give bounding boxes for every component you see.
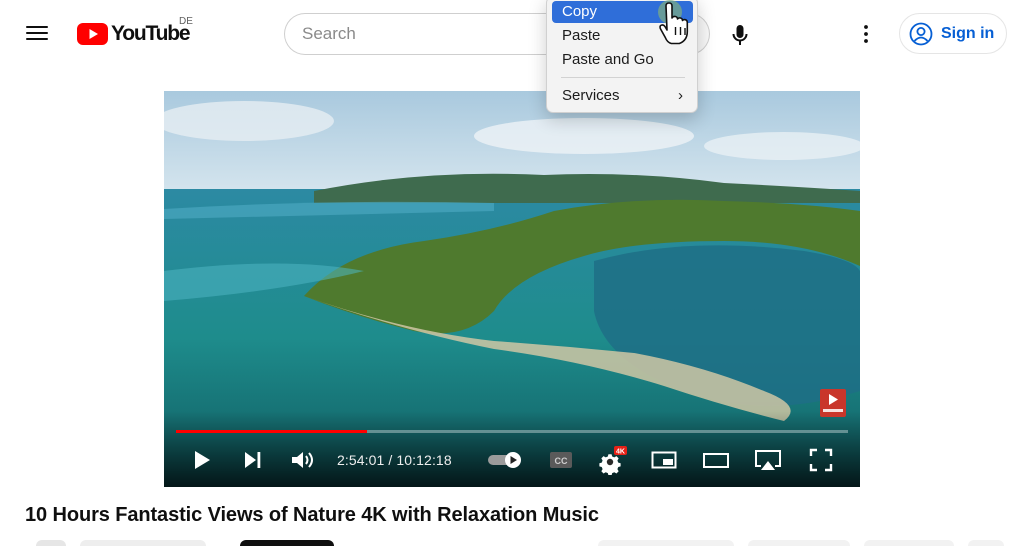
menu-item-paste[interactable]: Paste [552,25,693,47]
microphone-icon[interactable] [725,20,755,50]
search-box [284,13,564,55]
chevron-right-icon: › [678,87,683,104]
sign-in-button[interactable]: Sign in [899,13,1007,54]
play-icon[interactable] [185,443,219,477]
next-icon[interactable] [236,443,270,477]
account-circle-icon [909,22,933,45]
logo-wordmark: YouTube [111,22,191,45]
fullscreen-icon[interactable] [804,443,838,477]
menu-icon[interactable] [26,24,48,42]
youtube-logo[interactable]: YouTube [77,22,191,46]
channel-name[interactable] [80,540,206,546]
airplay-icon[interactable] [751,443,785,477]
current-time: 2:54:01 [337,452,385,468]
video-player[interactable]: 2:54:01 / 10:12:18 CC 4K [164,91,860,487]
download-button[interactable] [864,540,954,546]
video-title: 10 Hours Fantastic Views of Nature 4K wi… [25,504,599,526]
like-button[interactable] [598,540,734,546]
volume-icon[interactable] [286,443,320,477]
miniplayer-icon[interactable] [647,443,681,477]
menu-item-paste-and-go[interactable]: Paste and Go [552,49,693,71]
duration: 10:12:18 [396,452,452,468]
more-actions-button[interactable] [968,540,1004,546]
player-controls: 2:54:01 / 10:12:18 CC 4K [164,437,860,487]
share-button[interactable] [748,540,850,546]
masthead: YouTube DE Sign in [0,0,1024,68]
time-display: 2:54:01 / 10:12:18 [337,452,452,468]
youtube-logo-icon [77,23,108,45]
progress-bar[interactable] [176,430,848,433]
menu-separator [561,77,685,78]
video-frame [164,91,860,487]
captions-icon[interactable]: CC [544,443,578,477]
subscribe-watermark-icon[interactable] [820,389,846,417]
menu-item-services[interactable]: Services › [552,85,693,107]
channel-avatar[interactable] [36,540,66,546]
progress-played [176,430,367,433]
theater-icon[interactable] [699,443,733,477]
settings-quality-badge: 4K [616,448,625,455]
subscribe-button[interactable] [240,540,334,546]
menu-item-services-label: Services [562,87,620,104]
autoplay-toggle-icon[interactable] [484,443,526,477]
context-menu: Copy Paste Paste and Go Services › [546,0,698,113]
time-separator: / [384,452,397,468]
settings-icon[interactable]: 4K [595,443,629,477]
sign-in-label: Sign in [941,24,995,42]
more-vert-icon[interactable] [856,22,876,46]
search-input[interactable] [285,14,564,54]
menu-item-copy[interactable]: Copy [552,1,693,23]
svg-text:CC: CC [555,456,568,466]
country-code: DE [179,16,193,27]
